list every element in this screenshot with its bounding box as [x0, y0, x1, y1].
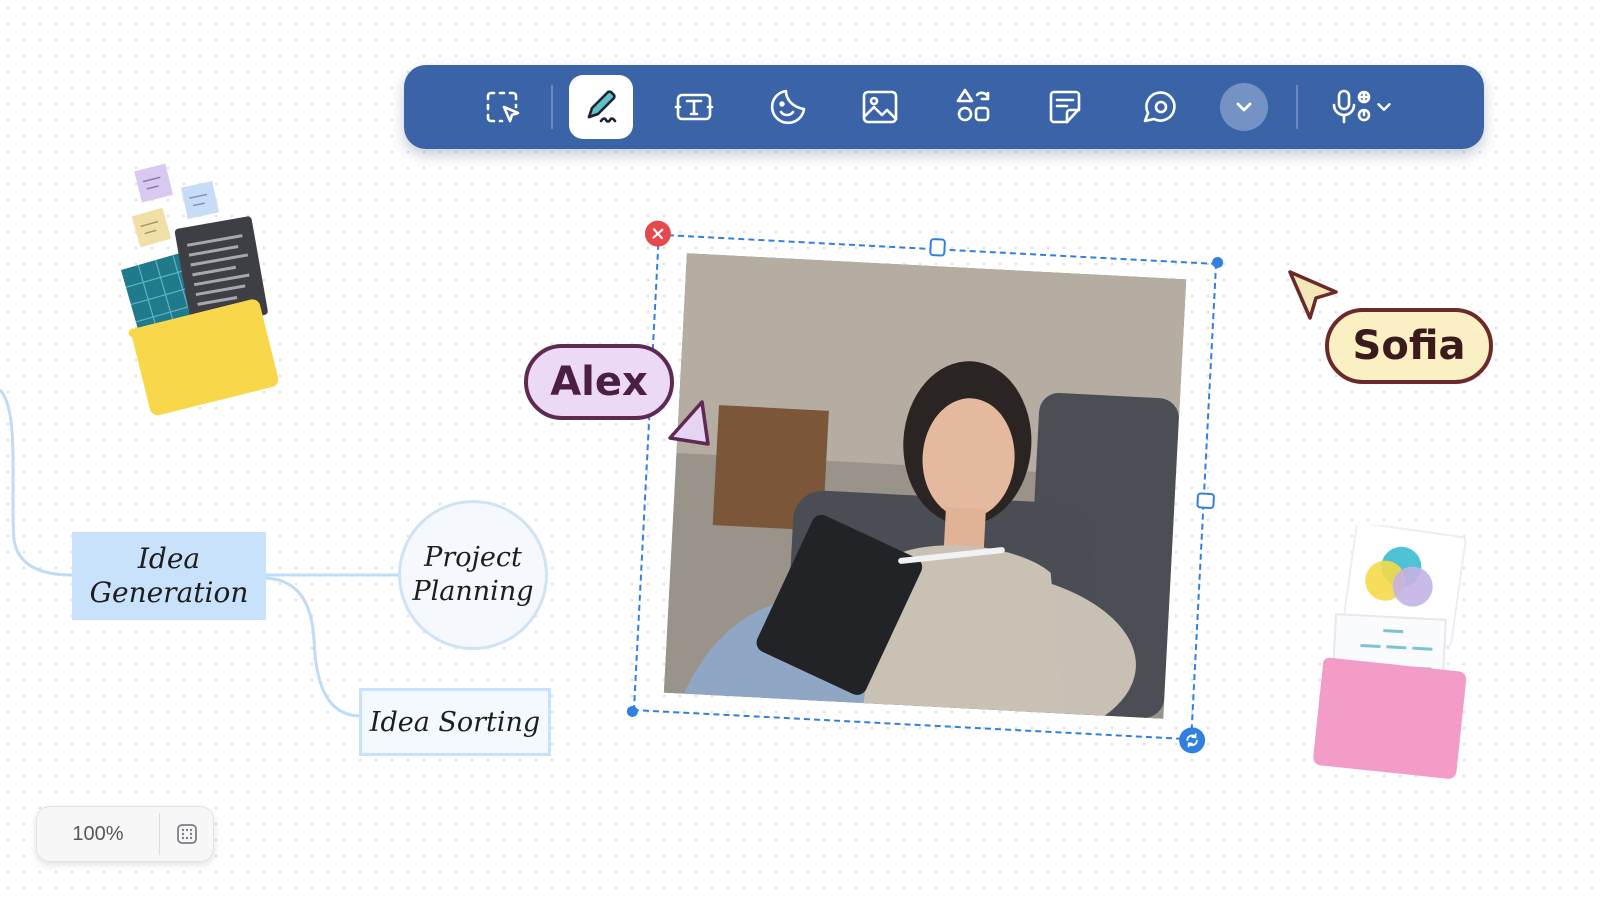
mind-map-node-project-planning[interactable]: Project Planning [398, 500, 548, 650]
collaborator-name: Alex [550, 359, 648, 405]
collaborator-name: Sofia [1352, 323, 1466, 369]
resize-handle-top-right[interactable] [1211, 256, 1224, 269]
comment-icon [1143, 91, 1176, 123]
more-tools-button[interactable] [1220, 83, 1268, 131]
toolbar-separator [551, 85, 553, 129]
woman-with-tablet-photo[interactable] [663, 253, 1187, 719]
shapes-tool[interactable] [941, 75, 1005, 139]
cursor-arrow-icon [1288, 270, 1338, 320]
node-label: Planning [412, 576, 534, 607]
fit-to-screen-icon [177, 824, 197, 844]
sticky-note-tool[interactable] [1033, 75, 1097, 139]
mind-map-node-idea-sorting[interactable]: Idea Sorting [359, 688, 551, 756]
microphone-icon [1332, 89, 1371, 124]
record-tool[interactable] [1316, 75, 1408, 139]
pen-icon [587, 90, 617, 123]
text-tool[interactable] [662, 75, 726, 139]
comment-tool[interactable] [1127, 75, 1191, 139]
rotate-button[interactable] [1178, 726, 1206, 754]
main-toolbar [404, 65, 1484, 149]
zoom-control: 100% [36, 806, 214, 862]
node-label: Idea Sorting [369, 706, 541, 738]
zoom-divider [159, 813, 160, 855]
photo-illustration [663, 253, 1187, 719]
shapes-icon [956, 88, 990, 122]
resize-handle-bottom-left[interactable] [626, 705, 639, 718]
rotate-icon [1186, 733, 1198, 748]
collaborator-label-sofia: Sofia [1325, 308, 1493, 384]
folder-with-diagram-illustration [1313, 525, 1467, 779]
image-tool[interactable] [848, 75, 912, 139]
resize-handle-top[interactable] [929, 237, 947, 257]
sticker-tool[interactable] [756, 75, 820, 139]
chevron-down-icon [1236, 102, 1252, 112]
cursor-arrow-icon [668, 400, 710, 446]
text-box-icon [674, 93, 714, 121]
select-tool[interactable] [470, 75, 534, 139]
image-icon [862, 90, 898, 124]
sticky-note-icon [1049, 90, 1081, 124]
zoom-level[interactable]: 100% [37, 807, 159, 861]
node-label: Idea [137, 542, 201, 575]
node-label: Generation [89, 576, 249, 609]
resize-handle-right[interactable] [1196, 492, 1216, 510]
pen-tool[interactable] [569, 75, 633, 139]
close-icon [652, 228, 664, 240]
chevron-down-icon [1377, 103, 1391, 111]
selected-image-frame[interactable] [626, 220, 1224, 754]
mind-map-root-node[interactable]: Idea Generation [72, 532, 266, 620]
node-label: Project [424, 542, 522, 573]
fit-to-screen-button[interactable] [165, 813, 209, 855]
select-cursor-icon [486, 91, 520, 123]
sticker-smile-icon [770, 89, 806, 125]
collaborator-label-alex: Alex [524, 344, 674, 420]
toolbar-separator [1296, 85, 1298, 129]
